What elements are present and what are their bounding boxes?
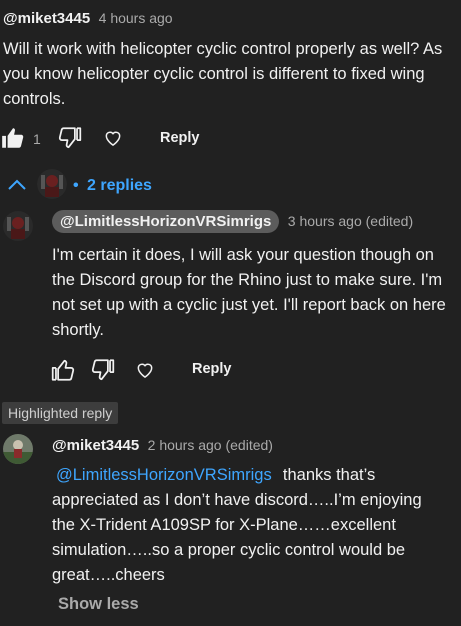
comment-like-button[interactable]: [0, 125, 26, 151]
thumbs-up-filled-icon: [2, 128, 24, 148]
reply1-like-button[interactable]: [50, 357, 76, 383]
reply1-time[interactable]: 3 hours ago (edited): [288, 213, 413, 229]
reply1-reply-button[interactable]: Reply: [192, 361, 232, 377]
comment-text: Will it work with helicopter cyclic cont…: [3, 40, 443, 108]
thumbs-up-icon: [51, 359, 75, 381]
comment-dislike-button[interactable]: [57, 125, 83, 151]
comment-reply-button[interactable]: Reply: [160, 130, 200, 146]
reply1-dislike-button[interactable]: [90, 357, 116, 383]
reply2-time[interactable]: 2 hours ago (edited): [148, 437, 273, 453]
comment-like-count: 1: [33, 131, 41, 147]
comment-author[interactable]: @miket3445: [3, 10, 90, 27]
comment-heart-button[interactable]: [103, 128, 123, 148]
heart-icon: [105, 131, 121, 146]
reply2-header: @miket3445 2 hours ago (edited): [52, 437, 273, 455]
comment-time[interactable]: 4 hours ago: [99, 10, 173, 26]
replies-toggle[interactable]: • 2 replies: [6, 168, 166, 202]
replies-dot: •: [73, 177, 79, 194]
thumbs-down-icon: [58, 127, 82, 149]
show-less-button[interactable]: Show less: [58, 595, 139, 614]
heart-icon: [137, 363, 153, 378]
thumbs-down-icon: [91, 359, 115, 381]
reply1-header: @LimitlessHorizonVRSimrigs 3 hours ago (…: [52, 210, 413, 233]
reply1-avatar[interactable]: [3, 211, 33, 241]
reply1-heart-button[interactable]: [135, 360, 155, 380]
replies-count-link[interactable]: 2 replies: [87, 177, 152, 195]
reply1-author[interactable]: @LimitlessHorizonVRSimrigs: [52, 210, 280, 233]
highlighted-reply-badge: Highlighted reply: [2, 402, 119, 424]
chevron-up-icon: [8, 179, 26, 190]
reply2-author[interactable]: @miket3445: [52, 437, 139, 454]
reply2-avatar[interactable]: [3, 434, 33, 464]
reply2-mention-link[interactable]: @LimitlessHorizonVRSimrigs: [52, 466, 272, 484]
reply2-text-block: @LimitlessHorizonVRSimrigs thanks that’s…: [52, 463, 442, 588]
reply1-text: I'm certain it does, I will ask your que…: [52, 246, 446, 339]
replier-avatar: [37, 169, 67, 199]
